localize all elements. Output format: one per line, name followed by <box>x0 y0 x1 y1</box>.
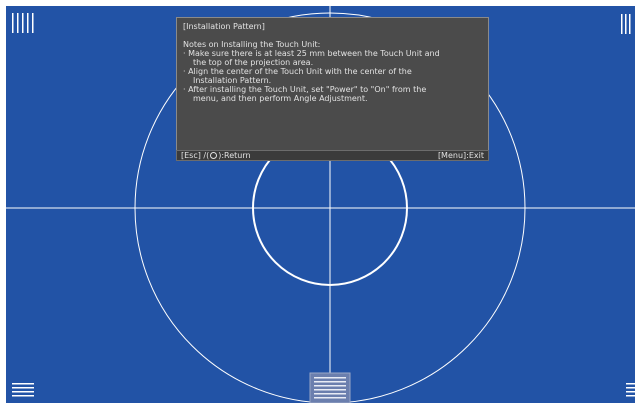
touch-unit-target <box>309 372 351 403</box>
note-line: the top of the projection area. <box>193 58 314 67</box>
return-suffix: ):Return <box>218 151 251 160</box>
installation-pattern-dialog: [Installation Pattern] Notes on Installi… <box>176 17 489 151</box>
top-right-marks <box>621 14 631 34</box>
exit-hint[interactable]: [Menu]:Exit <box>438 151 484 160</box>
note-line: menu, and then perform Angle Adjustment. <box>193 94 368 103</box>
top-left-marks <box>12 13 34 33</box>
projection-screen: [Installation Pattern] Notes on Installi… <box>6 6 635 403</box>
dialog-footer: [Esc] /( ):Return [Menu]:Exit <box>176 150 489 161</box>
note-line: · Make sure there is at least 25 mm betw… <box>183 49 440 58</box>
return-hint[interactable]: [Esc] /( ):Return <box>181 151 251 160</box>
bottom-right-marks <box>626 383 635 397</box>
bottom-left-marks <box>12 383 34 397</box>
note-line: · Align the center of the Touch Unit wit… <box>183 67 412 76</box>
note-line: · After installing the Touch Unit, set "… <box>183 85 427 94</box>
notes-heading: Notes on Installing the Touch Unit: <box>183 40 321 49</box>
return-icon <box>210 152 218 159</box>
dialog-title: [Installation Pattern] <box>183 22 265 31</box>
note-line: Installation Pattern. <box>193 76 272 85</box>
return-prefix: [Esc] /( <box>181 151 210 160</box>
